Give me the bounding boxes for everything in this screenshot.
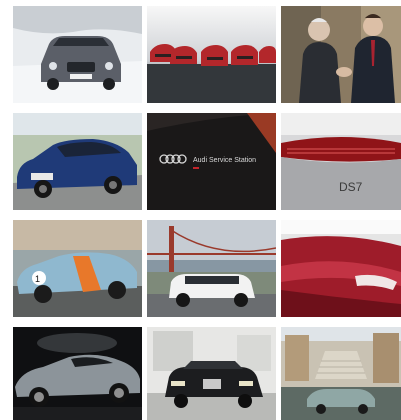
gallery-tile-handshake[interactable] [281, 6, 401, 103]
snow-suv-image [13, 6, 142, 103]
service-sign-image: Audi Service Station [147, 113, 276, 210]
service-sign-text: Audi Service Station [193, 157, 256, 164]
gallery-tile-classic-mercedes[interactable] [147, 327, 276, 420]
city-square-image [281, 327, 401, 420]
gallery-tile-city-square[interactable] [281, 327, 401, 420]
classic-mercedes-image [147, 327, 276, 420]
blue-hatchback-image [13, 113, 142, 210]
red-grille-image: DS7 [281, 113, 401, 210]
gallery-tile-red-cars-row[interactable] [147, 6, 276, 103]
golden-gate-mini-image [147, 220, 276, 317]
red-front-image [281, 220, 401, 317]
silver-sportscar-image [13, 327, 142, 420]
gallery-tile-red-grille[interactable]: DS7 [281, 113, 401, 210]
handshake-image [281, 6, 401, 103]
image-gallery: Audi Service Station DS7 1 [0, 0, 401, 420]
gallery-tile-red-front[interactable] [281, 220, 401, 317]
model-badge: DS7 [339, 180, 363, 194]
gulf-livery-image: 1 [13, 220, 142, 317]
gallery-tile-gulf-livery[interactable]: 1 [13, 220, 142, 317]
gallery-tile-silver-sportscar[interactable] [13, 327, 142, 420]
gallery-tile-snow-suv[interactable] [13, 6, 142, 103]
gallery-tile-golden-gate-mini[interactable] [147, 220, 276, 317]
red-cars-row-image [147, 6, 276, 103]
svg-text:1: 1 [35, 274, 40, 284]
gallery-tile-blue-hatchback[interactable] [13, 113, 142, 210]
gallery-tile-service-sign[interactable]: Audi Service Station [147, 113, 276, 210]
